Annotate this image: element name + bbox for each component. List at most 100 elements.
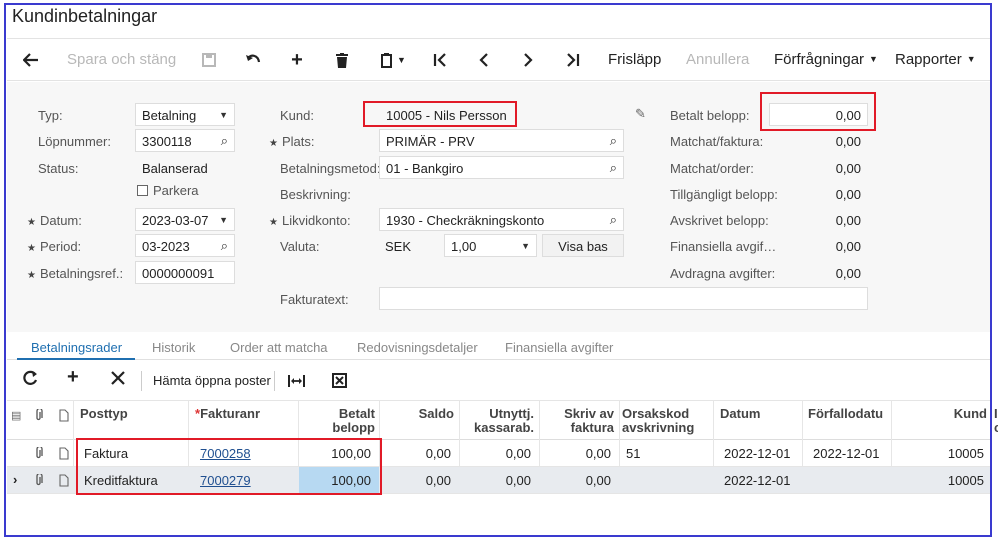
fit-columns-icon[interactable] <box>288 371 305 394</box>
period-field[interactable]: 03-2023 ⌕ <box>135 234 235 257</box>
betalningsmetod-field[interactable]: 01 - Bankgiro ⌕ <box>379 156 624 179</box>
betalt-belopp-label: Betalt belopp: <box>670 108 750 123</box>
col-utnyttj-kassarab[interactable]: Utnyttj. kassarab. <box>462 407 534 435</box>
cell-orsakskod[interactable]: 51 <box>626 446 640 461</box>
fakturatext-field[interactable] <box>379 287 868 310</box>
checkbox-box <box>137 185 148 196</box>
attachment-icon[interactable] <box>34 472 43 490</box>
search-icon: ⌕ <box>220 133 228 148</box>
chevron-down-icon: ▼ <box>966 54 976 64</box>
matchat-faktura-value: 0,00 <box>835 134 861 149</box>
valuta-rate-field[interactable]: 1,00 ▼ <box>444 234 537 257</box>
fetch-open-items-button[interactable]: Hämta öppna poster <box>153 373 271 388</box>
col-skriv-line2: faktura <box>570 420 614 435</box>
release-button[interactable]: Frisläpp <box>608 51 661 68</box>
likvidkonto-label: ★ Likvidkonto: <box>269 213 351 228</box>
cell-utnyttj[interactable]: 0,00 <box>459 446 531 461</box>
grid-header: ▤ Posttyp *Fakturanr Betalt belopp Saldo … <box>7 400 998 440</box>
chevron-down-icon: ▼ <box>219 215 228 225</box>
cell-datum: 2022-12-01 <box>724 473 791 488</box>
previous-record-icon[interactable] <box>472 48 496 72</box>
likvidkonto-field[interactable]: 1930 - Checkräkningskonto ⌕ <box>379 208 624 231</box>
delete-icon[interactable] <box>330 48 354 72</box>
cell-saldo: 0,00 <box>425 473 451 488</box>
col-fakturanr-text: Fakturanr <box>200 406 261 421</box>
inquiries-label: Förfrågningar <box>774 51 865 68</box>
betalningsref-field[interactable]: 0000000091 <box>135 261 235 284</box>
valuta-code: SEK <box>385 239 412 254</box>
valuta-label: Valuta: <box>280 239 320 254</box>
plats-label: ★ Plats: <box>269 134 314 149</box>
col-betalt-line2: belopp <box>332 420 375 435</box>
required-marker: ★ <box>27 270 36 281</box>
col-forfallodatum[interactable]: Förfallodatu <box>808 407 883 421</box>
add-icon[interactable]: + <box>285 48 309 72</box>
plats-value: PRIMÄR - PRV <box>386 134 475 149</box>
col-datum[interactable]: Datum <box>720 407 760 421</box>
avskrivet-label: Avskrivet belopp: <box>670 213 769 228</box>
col-skriv-av-faktura[interactable]: Skriv av faktura <box>542 407 614 435</box>
cell-skriv-av[interactable]: 0,00 <box>539 446 611 461</box>
avdragna-label: Avdragna avgifter: <box>670 266 776 281</box>
cancel-button[interactable]: Annullera <box>686 51 749 68</box>
save-icon[interactable] <box>197 48 221 72</box>
main-toolbar: Spara och stäng + ▼ Frisläpp Annullera F… <box>7 38 990 81</box>
row-selector-icon[interactable]: ▤ <box>11 409 21 422</box>
chevron-down-icon: ▼ <box>521 241 530 251</box>
tab-finansiella-avgifter[interactable]: Finansiella avgifter <box>505 340 613 355</box>
cell-saldo: 0,00 <box>425 446 451 461</box>
col-utnyttj-line1: Utnyttj. <box>489 406 534 421</box>
col-fakturanr[interactable]: *Fakturanr <box>195 407 260 421</box>
lopnummer-label: Löpnummer: <box>38 134 111 149</box>
next-record-icon[interactable] <box>516 48 540 72</box>
tab-betalningsrader[interactable]: Betalningsrader <box>31 340 122 355</box>
plats-field[interactable]: PRIMÄR - PRV ⌕ <box>379 129 624 152</box>
note-icon[interactable] <box>59 447 69 463</box>
undo-icon[interactable] <box>241 48 265 72</box>
excel-export-icon[interactable] <box>332 371 347 394</box>
search-icon: ⌕ <box>609 212 617 227</box>
col-posttyp[interactable]: Posttyp <box>80 407 128 421</box>
add-row-icon[interactable]: + <box>67 366 79 389</box>
chevron-down-icon: ▼ <box>869 54 878 64</box>
refresh-icon[interactable] <box>23 369 38 392</box>
typ-select[interactable]: Betalning ▼ <box>135 103 235 126</box>
page-title: Kundinbetalningar <box>12 6 158 26</box>
attachment-icon[interactable] <box>34 445 43 463</box>
status-value: Balanserad <box>142 161 208 176</box>
save-and-close-button[interactable]: Spara och stäng <box>67 51 176 68</box>
first-record-icon[interactable] <box>428 48 452 72</box>
parkera-checkbox[interactable]: Parkera <box>137 183 199 198</box>
cell-skriv-av[interactable]: 0,00 <box>539 473 611 488</box>
betalningsref-label: ★ Betalningsref.: <box>27 266 123 281</box>
copy-paste-icon[interactable]: ▼ <box>375 48 411 72</box>
reports-menu[interactable]: Rapporter ▼ <box>895 51 976 68</box>
note-icon <box>59 409 69 425</box>
delete-row-icon[interactable] <box>111 368 125 391</box>
tab-order-att-matcha[interactable]: Order att matcha <box>230 340 328 355</box>
attachment-icon <box>34 407 43 425</box>
col-betalt-belopp[interactable]: Betalt belopp <box>297 407 375 435</box>
last-record-icon[interactable] <box>561 48 585 72</box>
col-extra[interactable]: Ic <box>994 407 998 435</box>
tab-historik[interactable]: Historik <box>152 340 195 355</box>
avskrivet-value: 0,00 <box>835 213 861 228</box>
col-extra-line1: I <box>994 406 998 421</box>
datum-field[interactable]: 2023-03-07 ▼ <box>135 208 235 231</box>
visa-bas-button[interactable]: Visa bas <box>542 234 624 257</box>
note-icon[interactable] <box>59 474 69 490</box>
lopnummer-field[interactable]: 3300118 ⌕ <box>135 129 235 152</box>
matchat-order-label: Matchat/order: <box>670 161 754 176</box>
tab-redovisningsdetaljer[interactable]: Redovisningsdetaljer <box>357 340 478 355</box>
valuta-rate-value: 1,00 <box>451 239 477 254</box>
back-icon[interactable] <box>19 48 43 72</box>
inquiries-menu[interactable]: Förfrågningar ▼ <box>774 51 878 68</box>
col-kund[interactable]: Kund <box>902 407 987 421</box>
col-orsakskod-avskrivning[interactable]: Orsakskod avskrivning <box>622 407 694 435</box>
finansiella-label: Finansiella avgif… <box>670 239 777 254</box>
col-saldo[interactable]: Saldo <box>382 407 454 421</box>
cell-utnyttj[interactable]: 0,00 <box>459 473 531 488</box>
datum-value: 2023-03-07 <box>142 213 209 228</box>
pencil-icon[interactable]: ✎ <box>635 106 646 122</box>
kund-label: Kund: <box>280 108 314 123</box>
